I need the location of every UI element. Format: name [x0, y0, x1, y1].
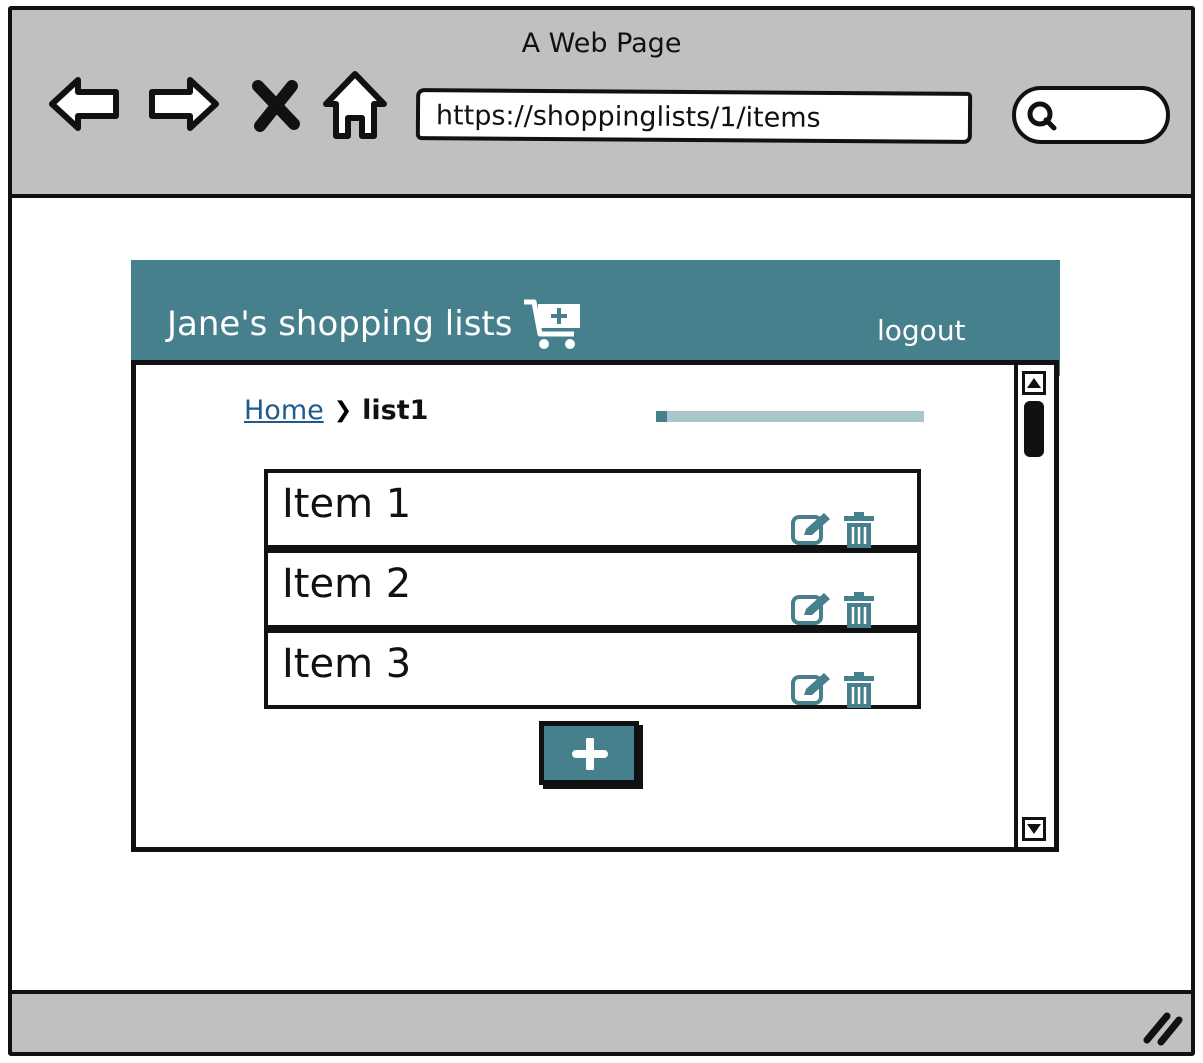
- home-icon[interactable]: [320, 68, 390, 142]
- scroll-thumb[interactable]: [1024, 401, 1044, 457]
- vertical-scrollbar[interactable]: [1014, 365, 1054, 847]
- progress-bar-fill: [656, 411, 667, 422]
- list-item-label: Item 2: [282, 561, 412, 607]
- add-item-button[interactable]: [539, 721, 639, 785]
- progress-bar: [656, 411, 924, 422]
- forward-arrow-icon[interactable]: [142, 72, 222, 136]
- trash-icon[interactable]: [842, 591, 876, 633]
- trash-icon[interactable]: [842, 671, 876, 713]
- caret-down-icon: [1027, 824, 1041, 834]
- list-item-label: Item 1: [282, 481, 412, 527]
- resize-grip-icon[interactable]: [1141, 1004, 1185, 1048]
- address-bar[interactable]: https://shoppinglists/1/items: [415, 88, 973, 144]
- list-item-label: Item 3: [282, 641, 412, 687]
- plus-icon: [572, 738, 608, 770]
- address-bar-text: https://shoppinglists/1/items: [435, 100, 821, 134]
- list-item[interactable]: Item 3: [264, 629, 921, 709]
- scroll-down-button[interactable]: [1022, 817, 1046, 841]
- app-title: Jane's shopping lists: [167, 304, 513, 344]
- edit-icon[interactable]: [790, 671, 834, 713]
- breadcrumb: Home ❯ list1: [244, 395, 428, 426]
- browser-status-bar: [12, 990, 1191, 1052]
- app-header: Jane's shopping lists logout: [131, 260, 1060, 376]
- window-title: A Web Page: [521, 28, 682, 59]
- edit-icon[interactable]: [790, 511, 834, 553]
- chevron-right-icon: ❯: [333, 398, 353, 423]
- edit-icon[interactable]: [790, 591, 834, 633]
- close-icon[interactable]: [250, 80, 302, 132]
- app-brand[interactable]: Jane's shopping lists: [167, 296, 584, 352]
- cart-add-icon: [524, 299, 581, 349]
- browser-chrome: A Web Page https://shoppinglists/1/items: [12, 10, 1191, 198]
- search-icon: [1027, 101, 1057, 131]
- breadcrumb-home-link[interactable]: Home: [244, 395, 324, 426]
- trash-icon[interactable]: [842, 511, 876, 553]
- browser-search-box[interactable]: [1012, 86, 1170, 144]
- breadcrumb-current: list1: [362, 395, 429, 426]
- scroll-up-button[interactable]: [1022, 371, 1046, 395]
- logout-link[interactable]: logout: [877, 314, 966, 347]
- list-item[interactable]: Item 1: [264, 469, 921, 549]
- back-arrow-icon[interactable]: [46, 72, 126, 136]
- list-item[interactable]: Item 2: [264, 549, 921, 629]
- content-panel: Home ❯ list1 Item 1 Item 2 Item 3: [131, 360, 1059, 852]
- caret-up-icon: [1027, 378, 1041, 388]
